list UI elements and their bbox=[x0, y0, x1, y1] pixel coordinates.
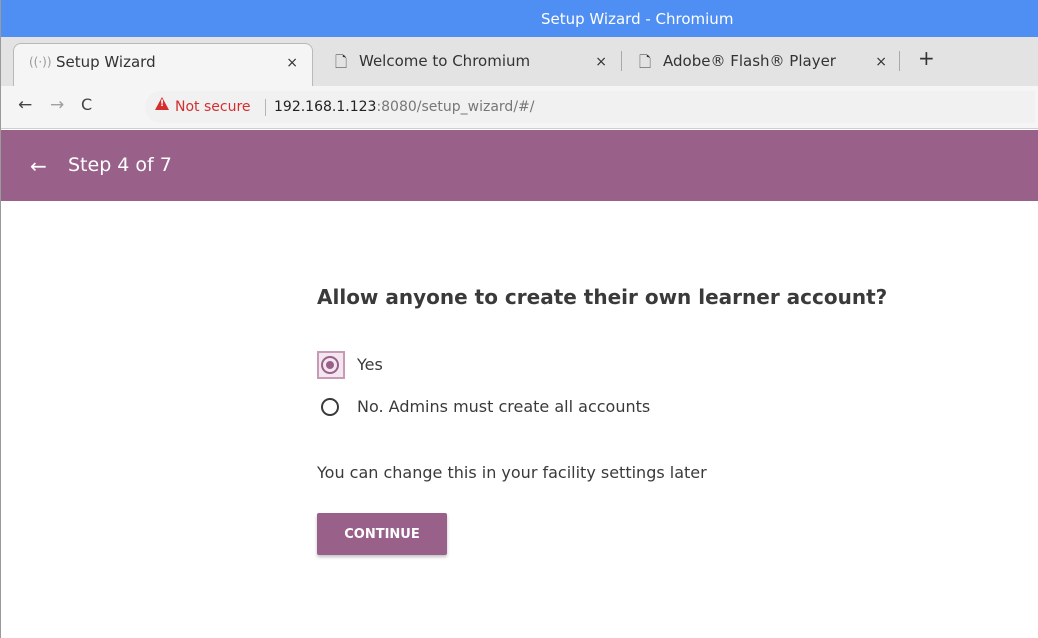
reload-button[interactable]: C bbox=[81, 95, 92, 114]
document-icon: 🗋 bbox=[335, 53, 348, 71]
radio-label[interactable]: No. Admins must create all accounts bbox=[357, 397, 650, 416]
window-titlebar[interactable]: Setup Wizard - Chromium bbox=[1, 0, 1038, 37]
radio-unselected-icon[interactable] bbox=[321, 398, 339, 416]
tab-divider bbox=[621, 51, 622, 71]
warning-icon[interactable]: ! bbox=[155, 97, 169, 110]
security-label[interactable]: Not secure bbox=[175, 99, 251, 115]
tab-setup-wizard[interactable]: ((·)) Setup Wizard × bbox=[13, 43, 313, 86]
radio-label[interactable]: Yes bbox=[357, 355, 383, 374]
radio-selected-icon[interactable] bbox=[321, 356, 339, 374]
back-button[interactable]: ← bbox=[18, 95, 32, 115]
close-icon[interactable]: × bbox=[286, 55, 298, 71]
hint-text: You can change this in your facility set… bbox=[317, 463, 707, 482]
tab-label: Welcome to Chromium bbox=[359, 52, 531, 70]
address-divider bbox=[265, 99, 266, 116]
close-icon[interactable]: × bbox=[875, 54, 887, 70]
page-title: Allow anyone to create their own learner… bbox=[317, 285, 888, 309]
forward-button[interactable]: → bbox=[50, 95, 64, 115]
url-host: 192.168.1.123 bbox=[274, 99, 377, 115]
close-icon[interactable]: × bbox=[595, 54, 607, 70]
tab-adobe-flash-player[interactable]: 🗋 Adobe® Flash® Player × bbox=[623, 43, 901, 86]
tab-strip: ((·)) Setup Wizard × 🗋 Welcome to Chromi… bbox=[1, 37, 1038, 86]
step-indicator: Step 4 of 7 bbox=[68, 154, 172, 176]
radio-option-yes[interactable]: Yes bbox=[317, 350, 737, 380]
broadcast-icon: ((·)) bbox=[29, 55, 52, 69]
radio-option-no[interactable]: No. Admins must create all accounts bbox=[317, 392, 737, 422]
document-icon: 🗋 bbox=[639, 53, 652, 71]
browser-toolbar: ← → C ! Not secure 192.168.1.123:8080/se… bbox=[1, 86, 1038, 129]
page-content: Allow anyone to create their own learner… bbox=[1, 201, 1038, 638]
continue-button[interactable]: CONTINUE bbox=[317, 513, 447, 555]
address-bar[interactable]: ! Not secure 192.168.1.123:8080/setup_wi… bbox=[145, 91, 1035, 123]
url-text[interactable]: 192.168.1.123:8080/setup_wizard/#/ bbox=[274, 99, 534, 115]
back-arrow-icon[interactable]: ← bbox=[30, 154, 47, 178]
tab-label: Setup Wizard bbox=[56, 53, 156, 71]
tab-divider bbox=[899, 51, 900, 71]
tab-label: Adobe® Flash® Player bbox=[663, 52, 836, 70]
url-path: :8080/setup_wizard/#/ bbox=[376, 99, 535, 115]
tab-welcome-to-chromium[interactable]: 🗋 Welcome to Chromium × bbox=[319, 43, 621, 86]
app-bar: ← Step 4 of 7 bbox=[1, 130, 1038, 201]
window-title: Setup Wizard - Chromium bbox=[541, 10, 734, 28]
browser-window: Setup Wizard - Chromium ((·)) Setup Wiza… bbox=[0, 0, 1038, 638]
new-tab-button[interactable]: + bbox=[918, 46, 935, 70]
